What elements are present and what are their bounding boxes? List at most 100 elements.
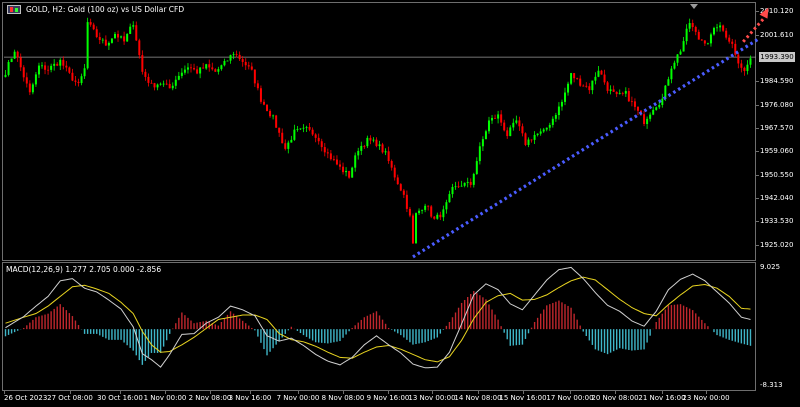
candle-body	[658, 104, 661, 108]
candle-body	[478, 146, 481, 162]
candle-body	[214, 69, 217, 72]
candle-body	[491, 117, 494, 121]
candle-body	[92, 24, 95, 30]
chart-canvas	[4, 4, 769, 369]
candle-body	[579, 78, 582, 86]
candle-body	[463, 182, 466, 186]
candle-body	[594, 76, 597, 81]
candle-body	[545, 127, 548, 130]
candle-body	[472, 173, 475, 185]
candle-body	[706, 43, 709, 45]
candle-body	[402, 190, 405, 195]
candle-body	[670, 68, 673, 80]
up-arrow-head	[759, 7, 769, 19]
candle-body	[120, 36, 123, 38]
candle-body	[193, 68, 196, 70]
candle-body	[345, 170, 348, 173]
candle-body	[527, 139, 530, 145]
candle-body	[411, 215, 414, 244]
candle-body	[19, 57, 22, 68]
candle-body	[454, 186, 457, 188]
candle-body	[722, 25, 725, 31]
candle-body	[123, 36, 126, 42]
candle-body	[460, 185, 463, 187]
candle-body	[311, 129, 314, 135]
candle-body	[609, 89, 612, 91]
candle-body	[627, 91, 630, 102]
candle-body	[296, 129, 299, 130]
candle-body	[396, 177, 399, 185]
candle-body	[44, 65, 47, 70]
candle-body	[430, 206, 433, 217]
candle-body	[743, 67, 746, 72]
candle-body	[497, 114, 500, 119]
candle-body	[211, 67, 214, 70]
candle-body	[673, 62, 676, 69]
candle-body	[186, 67, 189, 70]
candle-body	[177, 75, 180, 80]
candle-body	[299, 128, 302, 130]
candle-body	[354, 155, 357, 168]
candle-body	[323, 147, 326, 153]
candle-body	[141, 55, 144, 72]
candle-body	[247, 65, 250, 67]
candle-body	[509, 127, 512, 137]
candle-body	[226, 60, 229, 62]
candle-body	[393, 167, 396, 178]
candle-body	[41, 65, 44, 67]
candle-body	[59, 59, 62, 66]
candle-body	[77, 81, 80, 84]
candle-body	[287, 142, 290, 149]
candle-body	[317, 137, 320, 142]
candle-body	[694, 26, 697, 32]
candle-body	[357, 150, 360, 156]
candle-body	[259, 88, 262, 102]
candle-body	[636, 106, 639, 111]
candle-body	[390, 161, 393, 168]
candle-body	[113, 33, 116, 39]
candle-body	[190, 67, 192, 69]
candle-body	[68, 67, 71, 73]
candle-body	[697, 31, 700, 40]
candle-body	[290, 139, 293, 143]
candle-body	[676, 54, 679, 63]
candle-body	[37, 65, 40, 75]
candle-body	[56, 63, 59, 66]
candle-body	[615, 91, 618, 95]
candle-body	[86, 22, 89, 69]
candle-body	[481, 139, 484, 147]
candle-body	[539, 131, 542, 134]
candle-body	[588, 86, 591, 91]
candle-body	[439, 214, 442, 218]
candle-body	[521, 126, 524, 134]
candle-body	[418, 210, 421, 214]
candle-body	[448, 194, 451, 203]
candle-body	[129, 26, 132, 34]
macd-line	[5, 266, 751, 369]
candle-body	[281, 132, 284, 144]
candle-body	[253, 69, 256, 84]
candle-body	[436, 214, 439, 219]
candle-body	[415, 213, 418, 244]
candle-body	[621, 93, 624, 94]
up-arrow-shaft	[742, 16, 766, 43]
candle-body	[597, 70, 600, 77]
candle-body	[548, 124, 551, 128]
candle-body	[89, 22, 92, 25]
candle-body	[138, 40, 141, 56]
candle-body	[326, 152, 329, 154]
candle-body	[156, 84, 159, 88]
candle-body	[700, 39, 703, 41]
candle-body	[256, 83, 259, 89]
candle-body	[603, 74, 606, 83]
candle-body	[47, 69, 50, 71]
candle-body	[421, 209, 424, 211]
candle-body	[241, 59, 244, 62]
candle-body	[445, 202, 448, 210]
candle-body	[576, 78, 579, 79]
candle-body	[399, 184, 402, 191]
candle-body	[633, 101, 636, 107]
candle-body	[427, 205, 430, 207]
candle-body	[591, 80, 594, 91]
candle-body	[600, 70, 603, 75]
